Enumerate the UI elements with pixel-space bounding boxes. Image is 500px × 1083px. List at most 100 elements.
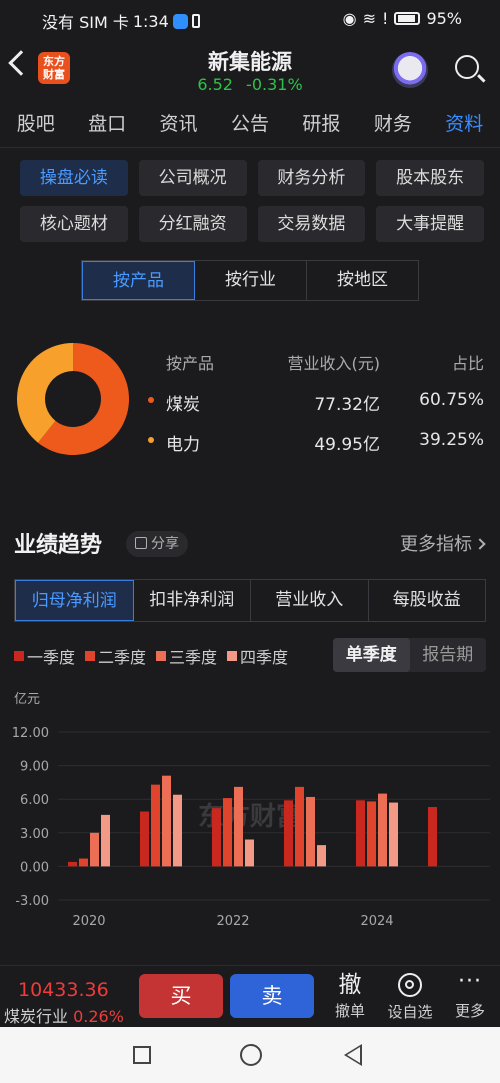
- wifi-icon: ≋: [362, 9, 377, 28]
- buy-button[interactable]: 买: [139, 974, 223, 1018]
- share-button[interactable]: 分享: [126, 531, 188, 557]
- watchlist-icon: [398, 973, 422, 997]
- legend-label: 一季度: [27, 648, 76, 667]
- bar-2023-q4: [317, 845, 326, 867]
- y-tick-label: -3.00: [15, 894, 49, 909]
- y-tick-label: 3.00: [20, 827, 49, 842]
- revenue-table-header: 按产品 营业收入(元) 占比: [166, 354, 484, 373]
- subtab-2[interactable]: 财务分析: [257, 160, 366, 196]
- revenue-row-value: 77.32亿: [314, 395, 380, 415]
- clock: 1:34: [132, 11, 169, 31]
- segment-1[interactable]: 按行业: [195, 261, 307, 300]
- tab-3[interactable]: 公告: [214, 100, 285, 147]
- sell-button[interactable]: 卖: [230, 974, 314, 1018]
- y-tick-label: 6.00: [20, 793, 49, 808]
- status-bar: 没有 SIM 卡 1:34 ◉ ≋ ! 95%: [0, 0, 500, 38]
- more-button[interactable]: ··· 更多: [444, 970, 496, 1021]
- battery-icon: [394, 12, 421, 25]
- bar-2022-q4: [245, 839, 254, 867]
- revenue-split-segment: 按产品 按行业 按地区: [81, 260, 419, 301]
- performance-tabs: 归母净利润 扣非净利润 营业收入 每股收益: [14, 579, 486, 622]
- subtab-6[interactable]: 交易数据: [257, 206, 366, 242]
- bar-2021-q4: [173, 794, 182, 867]
- cancel-order-button[interactable]: 撤 撤单: [324, 970, 376, 1021]
- revenue-row-name: 电力: [166, 435, 200, 455]
- legend-item: 二季度: [85, 644, 146, 668]
- tab-4[interactable]: 研报: [286, 100, 357, 147]
- battery-level: 95%: [426, 9, 462, 28]
- tab-5[interactable]: 财务: [357, 100, 428, 147]
- bar-2024-q3: [378, 793, 387, 867]
- notification-icon: [172, 13, 188, 29]
- bar-2024-q1: [356, 800, 365, 867]
- more-dots-icon: ···: [458, 969, 482, 994]
- segment-0[interactable]: 按产品: [82, 261, 195, 300]
- subtab-7[interactable]: 大事提醒: [376, 206, 484, 242]
- legend-dot: [148, 397, 154, 403]
- tab-2[interactable]: 资讯: [143, 100, 214, 147]
- bar-2022-q3: [234, 786, 243, 867]
- bar-2023-q3: [306, 796, 315, 867]
- legend-label: 四季度: [240, 648, 289, 667]
- assistant-robot-icon[interactable]: [392, 52, 428, 88]
- bar-2021-q3: [162, 775, 171, 867]
- segment-2[interactable]: 按地区: [307, 261, 418, 300]
- industry-index-value[interactable]: 10433.36: [18, 979, 109, 1001]
- industry-index-name[interactable]: 煤炭行业 0.26%: [4, 1003, 124, 1027]
- period-option-1[interactable]: 报告期: [410, 638, 487, 672]
- add-watchlist-button[interactable]: 设自选: [384, 970, 436, 1022]
- tab-0[interactable]: 股吧: [0, 100, 71, 147]
- more-metrics-link[interactable]: 更多指标: [400, 530, 486, 556]
- performance-bar-chart: 亿元12.009.006.003.000.00-3.00东方财富2020 2022…: [12, 692, 490, 929]
- eye-icon: ◉: [342, 9, 357, 28]
- bar-2020-q3: [90, 832, 99, 867]
- bar-2022-q1: [212, 808, 221, 867]
- bar-2025-q1: [428, 807, 437, 867]
- sub-tab-grid: 操盘必读 公司概况 财务分析 股本股东核心题材 分红融资 交易数据 大事提醒: [20, 160, 484, 242]
- period-toggle: 单季度 报告期: [333, 638, 486, 672]
- legend-item: 三季度: [156, 644, 217, 668]
- tab-1[interactable]: 盘口: [71, 100, 142, 147]
- recents-icon[interactable]: [133, 1046, 151, 1064]
- revenue-row: 电力 49.95亿 39.25%: [144, 420, 484, 460]
- subtab-5[interactable]: 分红融资: [138, 206, 247, 242]
- revenue-row-value: 49.95亿: [314, 435, 380, 455]
- bar-2023-q2: [295, 786, 304, 867]
- subtab-4[interactable]: 核心题材: [20, 206, 128, 242]
- performance-tab-2[interactable]: 营业收入: [251, 580, 369, 621]
- system-nav-bar: [0, 1027, 500, 1083]
- bar-2024-q4: [389, 802, 398, 867]
- legend-item: 一季度: [14, 644, 75, 668]
- chevron-right-icon: [474, 538, 486, 550]
- bar-2024-q2: [367, 801, 376, 867]
- bar-2022-q2: [223, 798, 232, 867]
- period-option-0[interactable]: 单季度: [333, 638, 410, 672]
- subtab-0[interactable]: 操盘必读: [20, 160, 128, 196]
- bar-2020-q4: [101, 814, 110, 867]
- stock-change: -0.31%: [246, 75, 303, 94]
- performance-tab-3[interactable]: 每股收益: [369, 580, 486, 621]
- search-icon[interactable]: [455, 55, 479, 79]
- x-tick-label: 2022: [216, 914, 249, 929]
- subtab-1[interactable]: 公司概况: [138, 160, 247, 196]
- legend-item: 四季度: [227, 644, 288, 668]
- revenue-row-share: 60.75%: [419, 390, 484, 410]
- y-tick-label: 12.00: [12, 726, 49, 741]
- bar-2023-q1: [284, 800, 293, 867]
- tab-6[interactable]: 资料: [429, 100, 500, 147]
- home-icon[interactable]: [240, 1044, 262, 1066]
- bar-2020-q2: [79, 858, 88, 867]
- sim-icon: [191, 14, 200, 28]
- legend-swatch: [85, 651, 96, 661]
- performance-title: 业绩趋势: [14, 533, 103, 558]
- performance-tab-0[interactable]: 归母净利润: [15, 580, 134, 621]
- y-axis-unit: 亿元: [14, 692, 40, 707]
- bar-2021-q1: [140, 811, 149, 867]
- subtab-3[interactable]: 股本股东: [376, 160, 484, 196]
- stock-header: 东方 财富 新集能源 6.52 -0.31%: [0, 38, 500, 100]
- back-nav-icon[interactable]: [344, 1044, 362, 1066]
- alert-icon: !: [382, 9, 389, 28]
- revenue-row-share: 39.25%: [419, 430, 484, 450]
- performance-tab-1[interactable]: 扣非净利润: [134, 580, 251, 621]
- legend-swatch: [14, 651, 24, 661]
